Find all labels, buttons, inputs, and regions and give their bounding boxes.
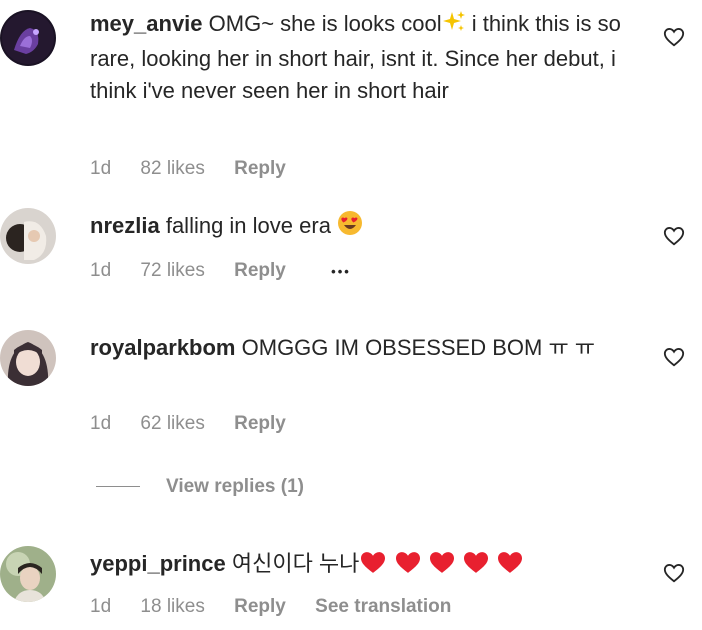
reply-button[interactable]: Reply: [234, 158, 286, 179]
comment-body: OMGGG IM OBSESSED BOM ㅠ ㅠ: [241, 335, 596, 360]
like-count[interactable]: 62 likes: [140, 413, 204, 434]
heart-outline-icon[interactable]: [663, 346, 685, 368]
heart-outline-icon[interactable]: [663, 225, 685, 247]
view-replies-label: View replies (1): [166, 476, 304, 497]
comment-body: OMG~ she is looks cool: [208, 11, 442, 36]
comment-meta: 1d 82 likes Reply: [90, 158, 310, 180]
sparkles-icon: [442, 10, 466, 43]
username[interactable]: yeppi_prince: [90, 551, 226, 576]
comment-meta: 1d 62 likes Reply: [90, 413, 310, 435]
comment-text: mey_anvie OMG~ she is looks cool i think…: [90, 8, 630, 107]
avatar[interactable]: [0, 10, 56, 66]
comment-meta: 1d 18 likes Reply See translation: [90, 596, 475, 618]
comment-body: 여신이다 누나: [231, 551, 360, 576]
red-heart-icon: [394, 550, 422, 583]
heart-eyes-emoji-icon: [337, 210, 363, 245]
avatar[interactable]: [0, 546, 56, 602]
reply-button[interactable]: Reply: [234, 260, 286, 281]
see-translation-button[interactable]: See translation: [315, 596, 451, 617]
heart-outline-icon[interactable]: [663, 26, 685, 48]
more-options-button[interactable]: •••: [331, 264, 351, 279]
comment-time: 1d: [90, 260, 112, 281]
username[interactable]: royalparkbom: [90, 335, 236, 360]
heart-outline-icon[interactable]: [663, 562, 685, 584]
red-heart-icon: [496, 550, 524, 583]
red-heart-icon: [462, 550, 490, 583]
like-count[interactable]: 82 likes: [140, 158, 204, 179]
view-replies-button[interactable]: View replies (1): [96, 476, 304, 498]
avatar[interactable]: [0, 208, 56, 264]
comment-meta: 1d 72 likes Reply •••: [90, 260, 375, 282]
reply-button[interactable]: Reply: [234, 413, 286, 434]
comment-body: falling in love era: [165, 213, 331, 238]
like-count[interactable]: 72 likes: [140, 260, 204, 281]
red-heart-icon: [428, 550, 456, 583]
comment-text: royalparkbom OMGGG IM OBSESSED BOM ㅠ ㅠ: [90, 332, 630, 364]
red-heart-icon: [359, 550, 387, 583]
like-count[interactable]: 18 likes: [140, 596, 204, 617]
comment-time: 1d: [90, 158, 112, 179]
comment-time: 1d: [90, 413, 112, 434]
username[interactable]: nrezlia: [90, 213, 160, 238]
replies-divider-line: [96, 486, 140, 488]
comment-text: yeppi_prince 여신이다 누나: [90, 548, 630, 583]
comment-text: nrezlia falling in love era: [90, 210, 630, 245]
avatar[interactable]: [0, 330, 56, 386]
reply-button[interactable]: Reply: [234, 596, 286, 617]
username[interactable]: mey_anvie: [90, 11, 203, 36]
comment-time: 1d: [90, 596, 112, 617]
